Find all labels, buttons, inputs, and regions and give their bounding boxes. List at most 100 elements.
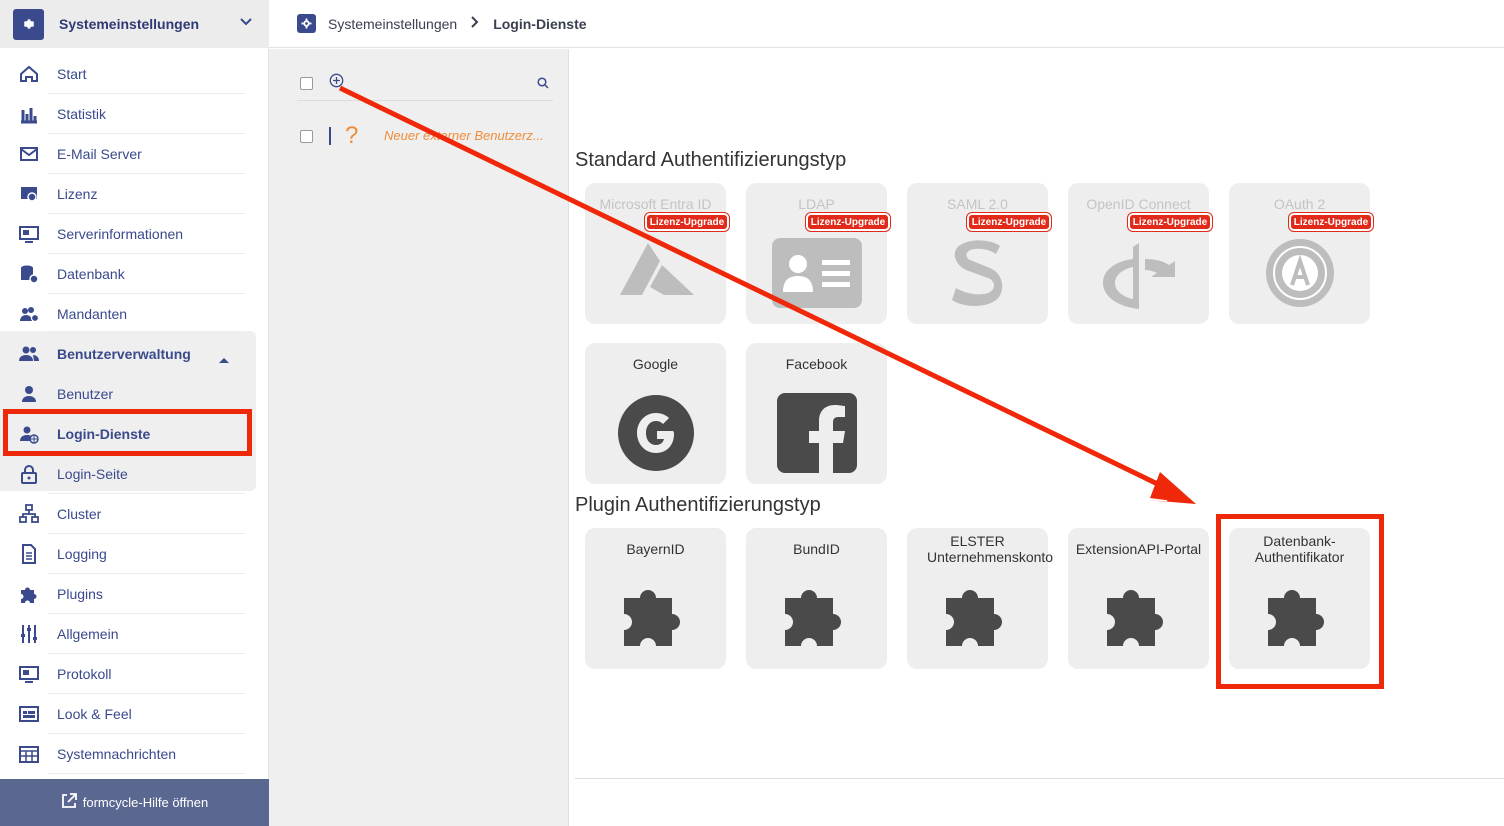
tile-bayernid[interactable]: BayernID [585, 528, 726, 669]
sidebar-item-benutzer[interactable]: Benutzer [0, 374, 269, 414]
gear-icon [13, 8, 44, 40]
sidebar-item-allgemein[interactable]: Allgemein [0, 614, 269, 654]
sidebar-item-logging[interactable]: Logging [0, 534, 269, 574]
facebook-icon [746, 388, 887, 478]
monitor-icon [18, 663, 40, 685]
puzzle-icon [585, 573, 726, 663]
sidebar: Systemeinstellungen Start Statistik E-Ma… [0, 0, 269, 826]
sidebar-item-datenbank[interactable]: Datenbank [0, 254, 269, 294]
sidebar-item-serverinformationen[interactable]: Serverinformationen [0, 214, 269, 254]
tile-label: SAML 2.0 [947, 196, 1008, 212]
sidebar-item-label: Allgemein [57, 626, 119, 642]
tile-ldap[interactable]: LDAP Lizenz-Upgrade [746, 183, 891, 324]
tile-label: ELSTER Unternehmenskonto [927, 533, 1054, 565]
tile-openid-connect[interactable]: OpenID Connect Lizenz-Upgrade [1068, 183, 1213, 324]
tile-facebook[interactable]: Facebook [746, 343, 887, 484]
breadcrumb-current: Login-Dienste [493, 15, 587, 32]
sidebar-item-benutzerverwaltung[interactable]: Benutzerverwaltung [0, 334, 269, 374]
external-link-icon [61, 793, 77, 812]
sidebar-item-start[interactable]: Start [0, 54, 269, 94]
sidebar-item-systemnachrichten[interactable]: Systemnachrichten [0, 734, 269, 774]
question-icon: ? [345, 122, 359, 149]
sidebar-item-label: Serverinformationen [57, 226, 184, 242]
sidebar-header[interactable]: Systemeinstellungen [0, 0, 269, 48]
sidebar-item-label: Plugins [57, 586, 103, 602]
search-icon[interactable] [537, 76, 549, 94]
clients-icon [18, 303, 40, 325]
tile-saml-2-0[interactable]: SAML 2.0 Lizenz-Upgrade [907, 183, 1052, 324]
sidebar-item-label: Look & Feel [57, 706, 132, 722]
main-content: Standard Authentifizierungstyp Microsoft… [570, 49, 1504, 826]
sidebar-item-label: Systemnachrichten [57, 746, 177, 762]
oauth-icon [1229, 228, 1370, 318]
sidebar-item-plugins[interactable]: Plugins [0, 574, 269, 614]
tile-microsoft-entra-id[interactable]: Microsoft Entra ID Lizenz-Upgrade [585, 183, 730, 324]
tile-google[interactable]: Google [585, 343, 726, 484]
cluster-icon [18, 503, 40, 525]
sidebar-item-label: Login-Seite [57, 466, 128, 482]
sidebar-item-email-server[interactable]: E-Mail Server [0, 134, 269, 174]
highlight-box-datenbank-authentifikator [1216, 514, 1384, 689]
mail-icon [18, 143, 40, 165]
saml-icon [907, 228, 1048, 318]
tile-label: Google [632, 356, 679, 372]
breadcrumb-root[interactable]: Systemeinstellungen [328, 16, 457, 32]
list-item-checkbox[interactable] [300, 130, 313, 143]
server-icon [18, 223, 40, 245]
divider [575, 778, 1504, 779]
chart-icon [18, 103, 40, 125]
standard-section-title: Standard Authentifizierungstyp [575, 149, 847, 171]
tile-label: Facebook [785, 356, 848, 372]
list-item-label: Neuer externer Benutzerz... [384, 128, 544, 143]
sidebar-item-label: Benutzer [57, 386, 114, 402]
chevron-down-icon[interactable] [239, 14, 253, 33]
document-icon [18, 543, 40, 565]
sidebar-item-statistik[interactable]: Statistik [0, 94, 269, 134]
list-item[interactable]: ? Neuer externer Benutzerz... [297, 119, 553, 153]
sidebar-item-look-feel[interactable]: Look & Feel [0, 694, 269, 734]
sidebar-item-label: Statistik [57, 106, 107, 122]
sidebar-item-label: Protokoll [57, 666, 112, 682]
sidebar-item-label: Lizenz [57, 186, 98, 202]
sidebar-item-label: Datenbank [57, 266, 125, 282]
puzzle-icon [1068, 573, 1209, 663]
tile-label: BundID [793, 541, 840, 557]
sidebar-item-mandanten[interactable]: Mandanten [0, 294, 269, 334]
chevron-right-icon [471, 15, 479, 33]
layout-icon [18, 703, 40, 725]
tile-oauth-2[interactable]: OAuth 2 Lizenz-Upgrade [1229, 183, 1374, 324]
sidebar-item-lizenz[interactable]: Lizenz [0, 174, 269, 214]
tile-bundid[interactable]: BundID [746, 528, 887, 669]
tile-label: BayernID [626, 541, 685, 557]
sidebar-item-label: Mandanten [57, 306, 128, 322]
openid-icon [1068, 228, 1209, 318]
list-item-indicator [329, 127, 331, 145]
select-all-checkbox[interactable] [300, 77, 313, 90]
help-button[interactable]: formcycle-Hilfe öffnen [0, 779, 269, 826]
tile-elster-unternehmenskonto[interactable]: ELSTER Unternehmenskonto [907, 528, 1054, 669]
help-label: formcycle-Hilfe öffnen [82, 795, 209, 810]
sidebar-item-cluster[interactable]: Cluster [0, 494, 269, 534]
license-icon [18, 183, 40, 205]
home-icon [18, 63, 40, 85]
tile-label: Microsoft Entra ID [599, 196, 712, 212]
sidebar-item-login-seite[interactable]: Login-Seite [0, 454, 269, 494]
sidebar-item-label: Start [57, 66, 87, 82]
sidebar-item-label: Logging [57, 546, 107, 562]
chevron-up-icon[interactable] [218, 351, 230, 369]
list-panel: ? Neuer externer Benutzerz... [269, 49, 569, 826]
google-icon [585, 388, 726, 478]
lock-icon [18, 463, 40, 485]
users-icon [18, 343, 40, 365]
sidebar-item-label: Cluster [57, 506, 102, 522]
calendar-icon [18, 743, 40, 765]
sidebar-item-label: E-Mail Server [57, 146, 142, 162]
tile-label: OpenID Connect [1086, 196, 1191, 212]
sidebar-item-label: Benutzerverwaltung [57, 346, 191, 362]
sidebar-item-protokoll[interactable]: Protokoll [0, 654, 269, 694]
tile-label: ExtensionAPI-Portal [1075, 541, 1202, 557]
database-icon [18, 263, 40, 285]
puzzle-icon [746, 573, 887, 663]
tile-extensionapi-portal[interactable]: ExtensionAPI-Portal [1068, 528, 1209, 669]
add-circle-icon[interactable] [329, 73, 344, 93]
